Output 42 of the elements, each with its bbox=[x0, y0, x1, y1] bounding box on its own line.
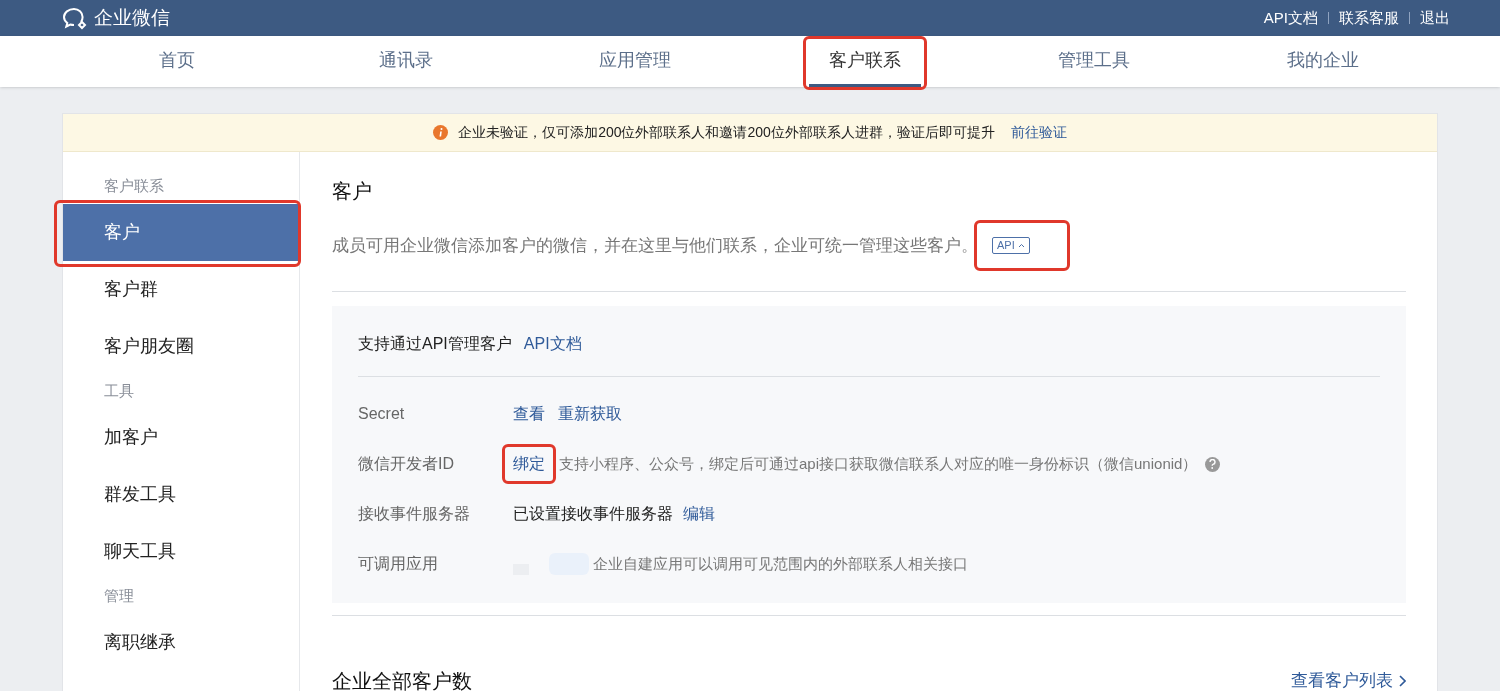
page-description: 成员可用企业微信添加客户的微信，并在这里与他们联系，企业可统一管理这些客户。 bbox=[332, 234, 978, 257]
row-note: 支持小程序、公众号，绑定后可通过api接口获取微信联系人对应的唯一身份标识（微信unionid） bbox=[559, 453, 1198, 474]
nav-tab[interactable]: 客户联系 bbox=[808, 36, 921, 87]
sidebar-item[interactable]: 客户群 bbox=[63, 261, 299, 318]
api-docs-link[interactable]: API文档 bbox=[523, 332, 582, 356]
row-value: 已设置接收事件服务器 bbox=[513, 504, 673, 524]
topbar-link[interactable]: 联系客服 bbox=[1339, 6, 1399, 30]
topbar-link[interactable]: API文档 bbox=[1263, 6, 1318, 30]
nav-tab[interactable]: 我的企业 bbox=[1267, 36, 1380, 87]
sidebar-item[interactable]: 加客户 bbox=[63, 409, 299, 466]
sidebar-item[interactable]: 客户 bbox=[63, 204, 299, 261]
sidebar-heading: 工具 bbox=[103, 380, 135, 401]
sidebar-item[interactable]: 群发工具 bbox=[63, 466, 299, 523]
row-label: 接收事件服务器 bbox=[358, 504, 471, 524]
row-label: 可调用应用 bbox=[358, 554, 439, 574]
row-note: 企业自建应用可以调用可见范围内的外部联系人相关接口 bbox=[593, 553, 968, 574]
sidebar-item[interactable]: 离职继承 bbox=[63, 614, 299, 671]
topbar-link[interactable]: 退出 bbox=[1420, 6, 1450, 30]
sidebar-heading: 管理 bbox=[103, 585, 135, 606]
help-icon[interactable] bbox=[1205, 456, 1221, 472]
link[interactable]: 编辑 bbox=[672, 494, 726, 534]
nav-tab[interactable]: 应用管理 bbox=[579, 36, 692, 87]
logo-text: 企业微信 bbox=[94, 5, 170, 30]
sidebar-heading: 客户联系 bbox=[103, 175, 165, 196]
panel-title: 支持通过API管理客户 bbox=[358, 334, 512, 354]
notice-text: 企业未验证，仅可添加200位外部联系人和邀请200位外部联系人进群，验证后即可提升 bbox=[458, 123, 995, 142]
api-toggle-button[interactable]: API bbox=[992, 237, 1030, 254]
section-title: 企业全部客户数 bbox=[332, 669, 472, 691]
chevron-right-icon bbox=[1399, 675, 1406, 687]
customer-list-link[interactable]: 查看客户列表 bbox=[1291, 668, 1406, 691]
row-label: 微信开发者ID bbox=[358, 454, 455, 474]
row-label: Secret bbox=[358, 404, 406, 424]
nav-tab[interactable]: 首页 bbox=[138, 36, 215, 87]
sidebar-item[interactable]: 聊天工具 bbox=[63, 523, 299, 580]
verify-link[interactable]: 前往验证 bbox=[1010, 122, 1067, 143]
nav-tab[interactable]: 通讯录 bbox=[359, 36, 453, 87]
info-icon bbox=[433, 125, 449, 140]
link[interactable]: 绑定 bbox=[502, 444, 556, 484]
page-title: 客户 bbox=[332, 179, 373, 204]
nav-tab[interactable]: 管理工具 bbox=[1038, 36, 1150, 87]
sidebar-item[interactable]: 客户朋友圈 bbox=[63, 318, 299, 375]
chevron-up-icon bbox=[1017, 243, 1025, 248]
